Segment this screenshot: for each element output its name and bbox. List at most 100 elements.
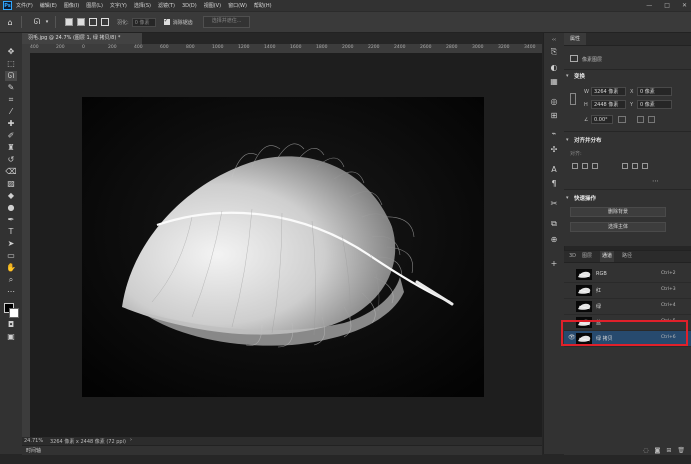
height-field[interactable]: 2448 像素 (591, 100, 626, 109)
paragraph-panel-icon[interactable]: ¶ (549, 179, 559, 189)
remove-background-button[interactable]: 删除背景 (570, 207, 666, 217)
brush-settings-icon[interactable]: ⌁ (549, 129, 559, 139)
properties-tab[interactable]: 属性 (564, 33, 587, 45)
new-selection-icon[interactable] (65, 18, 73, 26)
timeline-tab[interactable]: 时间轴 (22, 445, 542, 455)
channel-row[interactable]: RGB Ctrl+2 (564, 267, 691, 283)
lasso-tool-icon[interactable]: ᘏ (5, 71, 17, 81)
crop-tool-icon[interactable]: ⌗ (5, 95, 17, 105)
antialias-checkbox[interactable] (163, 17, 170, 25)
zoom-level[interactable]: 24.71% (24, 438, 43, 444)
move-tool-icon[interactable]: ✥ (5, 47, 17, 57)
collapse-panels-icon[interactable]: ‹‹ (549, 35, 559, 45)
align-right-icon[interactable] (592, 163, 598, 169)
tab-paths[interactable]: 路径 (620, 251, 634, 262)
background-color-swatch[interactable] (9, 308, 19, 318)
color-panel-icon[interactable]: ◐ (549, 63, 559, 73)
home-icon[interactable]: ⌂ (4, 16, 16, 28)
marquee-tool-icon[interactable]: ⬚ (5, 59, 17, 69)
x-field[interactable]: 0 像素 (637, 87, 672, 96)
more-tools-icon[interactable]: ⋯ (5, 287, 17, 297)
align-middle-icon[interactable] (632, 163, 638, 169)
channel-row[interactable]: 绿 Ctrl+4 (564, 299, 691, 315)
menu-help[interactable]: 帮助(H) (254, 2, 272, 9)
delete-channel-icon[interactable]: 🗑 (677, 447, 685, 455)
healing-tool-icon[interactable]: ✚ (5, 119, 17, 129)
navigator-panel-icon[interactable]: ⊕ (549, 235, 559, 245)
libraries-panel-icon[interactable]: ⊞ (549, 111, 559, 121)
gradient-tool-icon[interactable]: ▨ (5, 179, 17, 189)
maximize-icon[interactable]: □ (664, 2, 670, 9)
properties-panel-icon[interactable]: ⧉ (549, 219, 559, 229)
tab-channels[interactable]: 通道 (600, 251, 615, 262)
chevron-down-icon[interactable]: ▾ (566, 195, 569, 201)
flip-horizontal-icon[interactable] (637, 116, 644, 123)
menu-window[interactable]: 窗口(W) (228, 2, 247, 9)
feather-image[interactable] (82, 97, 484, 397)
swatches-panel-icon[interactable]: ▦ (549, 77, 559, 87)
zoom-tool-icon[interactable]: ⌕ (5, 275, 17, 285)
document-tab[interactable]: 羽毛.jpg @ 24.7% (图层 1, 绿 拷贝/8) * (22, 33, 142, 44)
load-selection-icon[interactable]: ◌ (643, 447, 648, 455)
rectangle-tool-icon[interactable]: ▭ (5, 251, 17, 261)
y-field[interactable]: 0 像素 (637, 100, 672, 109)
adjustments-panel-icon[interactable]: ◎ (549, 97, 559, 107)
close-icon[interactable]: ✕ (682, 2, 687, 9)
brush-tool-icon[interactable]: ✐ (5, 131, 17, 141)
quick-mask-icon[interactable]: ◘ (5, 320, 17, 330)
width-field[interactable]: 3264 像素 (591, 87, 626, 96)
menu-select[interactable]: 选择(S) (134, 2, 151, 9)
screen-mode-icon[interactable]: ▣ (5, 332, 17, 342)
history-brush-tool-icon[interactable]: ↺ (5, 155, 17, 165)
add-selection-icon[interactable] (77, 18, 85, 26)
tool-presets-icon[interactable]: ✂ (549, 199, 559, 209)
tab-3d[interactable]: 3D (567, 251, 578, 262)
flip-vertical-icon[interactable] (648, 116, 655, 123)
clone-source-icon[interactable]: ✣ (549, 145, 559, 155)
type-tool-icon[interactable]: T (5, 227, 17, 237)
chevron-right-icon[interactable]: › (130, 437, 132, 443)
menu-type[interactable]: 文字(Y) (110, 2, 127, 9)
quick-select-tool-icon[interactable]: ✎ (5, 83, 17, 93)
history-panel-icon[interactable]: ⎘ (549, 47, 559, 57)
tab-layers[interactable]: 图层 (580, 251, 594, 262)
new-channel-icon[interactable]: ⊞ (666, 447, 671, 455)
select-subject-button[interactable]: 选择主体 (570, 222, 666, 232)
lasso-tool-icon[interactable]: ᘏ (31, 16, 43, 28)
character-panel-icon[interactable]: A (549, 165, 559, 175)
pen-tool-icon[interactable]: ✒ (5, 215, 17, 225)
menu-layer[interactable]: 图层(L) (86, 2, 103, 9)
align-bottom-icon[interactable] (642, 163, 648, 169)
hand-tool-icon[interactable]: ✋ (5, 263, 17, 273)
menu-edit[interactable]: 编辑(E) (40, 2, 57, 9)
link-icon[interactable] (570, 93, 576, 105)
align-center-icon[interactable] (582, 163, 588, 169)
blur-tool-icon[interactable]: ◆ (5, 191, 17, 201)
feather-input[interactable]: 0 像素 (131, 17, 156, 27)
menu-file[interactable]: 文件(F) (16, 2, 33, 9)
menu-view[interactable]: 视图(V) (204, 2, 221, 9)
channel-row[interactable]: 红 Ctrl+3 (564, 283, 691, 299)
align-left-icon[interactable] (572, 163, 578, 169)
chevron-down-icon[interactable]: ▾ (566, 137, 569, 143)
dodge-tool-icon[interactable]: ● (5, 203, 17, 213)
chevron-down-icon[interactable]: ▾ (44, 16, 50, 28)
minimize-icon[interactable]: — (646, 2, 652, 9)
path-select-tool-icon[interactable]: ➤ (5, 239, 17, 249)
angle-field[interactable]: 0.00° (591, 115, 613, 124)
align-top-icon[interactable] (622, 163, 628, 169)
menu-filter[interactable]: 滤镜(T) (158, 2, 175, 9)
select-and-mask-button[interactable]: 选择并遮住... (202, 16, 251, 28)
subtract-selection-icon[interactable] (89, 18, 97, 26)
reset-angle-icon[interactable] (618, 116, 626, 123)
stamp-tool-icon[interactable]: ♜ (5, 143, 17, 153)
chevron-down-icon[interactable]: ▾ (566, 73, 569, 79)
more-options-icon[interactable]: ⋯ (652, 177, 659, 185)
save-selection-icon[interactable]: ◙ (655, 447, 661, 455)
menu-3d[interactable]: 3D(D) (182, 3, 197, 9)
eraser-tool-icon[interactable]: ⌫ (5, 167, 17, 177)
intersect-selection-icon[interactable] (101, 18, 109, 26)
add-panel-icon[interactable]: + (549, 259, 559, 269)
eyedropper-tool-icon[interactable]: ⁄ (5, 107, 17, 117)
menu-image[interactable]: 图像(I) (64, 2, 79, 9)
